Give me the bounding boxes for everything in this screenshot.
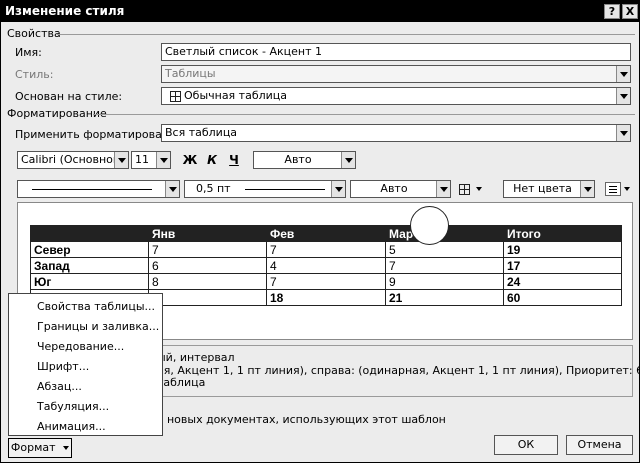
table-row: Юг 8 7 9 24 — [30, 273, 622, 290]
total-cell: 24 — [503, 273, 622, 290]
description-line-1: ый, интервал — [157, 351, 235, 364]
table-row: Север 7 7 5 19 — [30, 241, 622, 258]
underline-button[interactable]: Ч — [225, 151, 243, 169]
properties-section-label: Свойства — [7, 27, 61, 40]
new-documents-option-label: в новых документах, использующих этот ша… — [157, 413, 446, 426]
table-cell: 7 — [266, 241, 386, 258]
menu-item-tabs[interactable]: Табуляция... — [37, 400, 109, 413]
font-family-select[interactable]: Calibri (Основной текс — [17, 151, 129, 169]
header-cell: Фев — [266, 225, 386, 242]
table-icon — [170, 91, 181, 102]
format-button-label: Формат — [10, 441, 56, 454]
border-width-value: 0,5 пт — [196, 182, 231, 195]
style-type-value: Таблицы — [165, 67, 216, 80]
border-color-value: Авто — [380, 182, 408, 195]
shading-select[interactable]: Нет цвета — [503, 180, 595, 198]
formatting-divider — [93, 114, 635, 115]
table-cell: 5 — [385, 241, 504, 258]
description-line-3: таблица — [157, 376, 206, 389]
chevron-down-icon — [341, 152, 355, 168]
apply-to-value: Вся таблица — [165, 126, 238, 139]
table-cell: 8 — [148, 273, 267, 290]
bold-button[interactable]: Ж — [181, 151, 199, 169]
row-label: Юг — [30, 273, 149, 290]
border-color-select[interactable]: Авто — [350, 180, 451, 198]
description-line-2: ая, Акцент 1, 1 пт линия), справа: (один… — [157, 364, 640, 377]
header-cell: Итого — [503, 225, 622, 242]
row-label: Север — [30, 241, 149, 258]
table-cell — [148, 289, 267, 306]
font-family-value: Calibri (Основной текс — [21, 153, 128, 166]
shading-value: Нет цвета — [513, 182, 572, 195]
chevron-down-icon — [331, 181, 345, 197]
chevron-down-icon — [580, 181, 594, 197]
font-size-value: 11 — [135, 153, 149, 166]
chevron-down-icon — [63, 446, 70, 450]
format-button[interactable]: Формат — [8, 438, 72, 458]
table-cell: 7 — [385, 257, 504, 274]
help-button[interactable]: ? — [604, 4, 620, 19]
header-cell: Янв — [148, 225, 267, 242]
italic-button[interactable]: К — [203, 151, 221, 169]
table-cell: 4 — [266, 257, 386, 274]
highlight-circle — [410, 206, 449, 245]
close-button[interactable]: X — [622, 4, 638, 19]
menu-item-table-properties[interactable]: Свойства таблицы... — [37, 300, 155, 313]
cancel-button[interactable]: Отмена — [566, 435, 633, 455]
border-width-select[interactable]: 0,5 пт — [184, 180, 346, 198]
chevron-down-icon — [616, 88, 630, 104]
apply-to-select[interactable]: Вся таблица — [161, 124, 631, 142]
format-menu: Свойства таблицы... Границы и заливка...… — [8, 293, 163, 436]
align-dropdown-icon[interactable] — [624, 187, 630, 191]
based-on-value: Обычная таблица — [184, 89, 288, 102]
row-label: Запад — [30, 257, 149, 274]
name-input[interactable]: Светлый список - Акцент 1 — [161, 43, 631, 61]
font-color-select[interactable]: Авто — [253, 151, 356, 169]
table-cell: 6 — [148, 257, 267, 274]
border-style-select[interactable] — [17, 180, 180, 198]
total-cell: 18 — [266, 289, 386, 306]
window-title: Изменение стиля — [5, 4, 125, 18]
chevron-down-icon — [165, 181, 179, 197]
formatting-section-label: Форматирование — [7, 107, 107, 120]
based-on-select[interactable]: Обычная таблица — [161, 87, 631, 105]
menu-item-banding[interactable]: Чередование... — [37, 340, 124, 353]
header-cell — [30, 225, 149, 242]
chevron-down-icon — [616, 66, 630, 82]
table-row: Запад 6 4 7 17 — [30, 257, 622, 274]
menu-item-paragraph[interactable]: Абзац... — [37, 380, 82, 393]
name-label: Имя: — [15, 46, 42, 59]
properties-divider — [57, 34, 635, 35]
style-type-select: Таблицы — [161, 65, 631, 83]
ok-button[interactable]: ОК — [494, 435, 558, 455]
width-line-sample — [245, 189, 325, 190]
menu-item-font[interactable]: Шрифт... — [37, 360, 89, 373]
line-style-sample — [32, 189, 152, 190]
align-icon[interactable] — [605, 182, 621, 196]
table-header-row: Янв Фев Мар Итого — [30, 225, 622, 242]
menu-item-animation[interactable]: Анимация... — [37, 420, 106, 433]
chevron-down-icon — [616, 125, 630, 141]
font-size-select[interactable]: 11 — [131, 151, 171, 169]
based-on-label: Основан на стиле: — [15, 90, 123, 103]
style-type-label: Стиль: — [15, 68, 54, 81]
menu-item-borders-shading[interactable]: Границы и заливка... — [37, 320, 159, 333]
chevron-down-icon — [436, 181, 450, 197]
font-color-value: Авто — [284, 153, 312, 166]
title-bar: Изменение стиля — [1, 1, 639, 22]
total-cell: 21 — [385, 289, 504, 306]
total-cell: 19 — [503, 241, 622, 258]
total-cell: 60 — [503, 289, 622, 306]
modify-style-dialog: Изменение стиля ? X Свойства Имя: Светлы… — [0, 0, 640, 463]
table-cell: 7 — [148, 241, 267, 258]
borders-dropdown-icon[interactable] — [476, 187, 482, 191]
borders-icon[interactable] — [459, 184, 470, 195]
total-cell: 17 — [503, 257, 622, 274]
table-cell: 9 — [385, 273, 504, 290]
table-cell: 7 — [266, 273, 386, 290]
chevron-down-icon — [156, 152, 170, 168]
chevron-down-icon — [114, 152, 128, 168]
